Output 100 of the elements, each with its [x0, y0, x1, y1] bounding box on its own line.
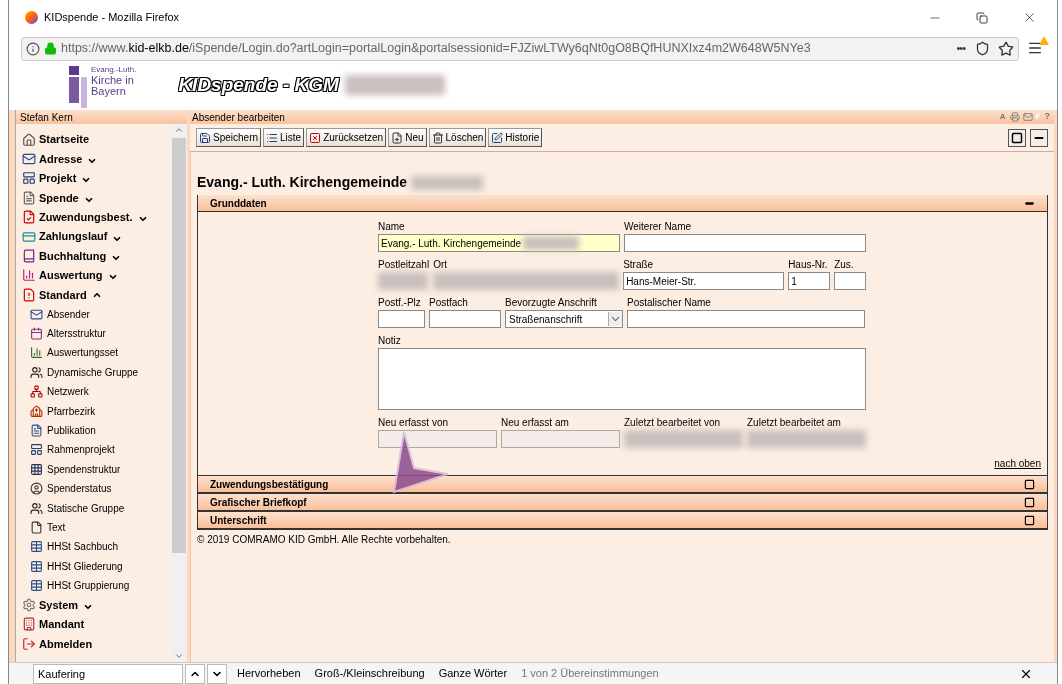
print-icon[interactable] — [1009, 112, 1020, 122]
nav-item[interactable]: Zahlungslauf — [16, 226, 171, 247]
back-to-top-link[interactable]: nach oben — [994, 456, 1041, 471]
minimize-icon[interactable] — [1030, 128, 1048, 147]
nav-item[interactable]: Abmelden — [16, 634, 171, 654]
find-option[interactable]: Ganze Wörter — [438, 665, 508, 682]
nav-subitem[interactable]: Statische Gruppe — [16, 498, 171, 518]
nav-subitem[interactable]: HHSt Gruppierung — [16, 576, 171, 596]
field-label: Ort — [433, 258, 449, 272]
field-label: Postleitzahl — [378, 258, 430, 272]
nav-icon — [30, 365, 43, 379]
nav-item[interactable]: Standard — [16, 285, 171, 305]
nav-icon — [30, 404, 43, 418]
nav-subitem[interactable]: Spendenstruktur — [16, 459, 171, 480]
nav-icon — [22, 268, 36, 283]
text-field[interactable] — [378, 310, 425, 328]
find-option[interactable]: Hervorheben — [237, 665, 301, 682]
nav-subitem[interactable]: Altersstruktur — [16, 323, 171, 344]
maximize-icon[interactable] — [1008, 128, 1026, 147]
copyright-text: © 2019 COMRAMO KID GmbH. Alle Rechte vorbehalten. — [197, 533, 452, 547]
field-label: Haus-Nr. — [788, 258, 829, 272]
toolbar-icon — [491, 131, 504, 144]
browser-logo-icon — [25, 11, 38, 24]
section-header[interactable]: Zuwendungsbestätigung — [198, 476, 1047, 493]
section-header[interactable]: Grunddaten — [198, 195, 1047, 212]
dropdown[interactable]: Straßenanschrift — [505, 310, 623, 328]
toolbar-button[interactable]: Speichern — [196, 128, 262, 147]
readonly-field[interactable] — [501, 430, 620, 448]
nav-icon — [22, 171, 36, 186]
nav-icon — [30, 521, 43, 534]
text-field[interactable] — [834, 272, 867, 290]
toolbar-button[interactable]: Zurücksetzen — [306, 128, 387, 147]
nav-item[interactable]: Adresse — [16, 149, 171, 169]
next-match-button[interactable] — [207, 663, 227, 684]
toolbar-button[interactable]: Historie — [488, 128, 543, 147]
restore-icon[interactable] — [976, 11, 988, 24]
nav-subitem[interactable]: Spenderstatus — [16, 479, 171, 499]
nav-subitem[interactable]: HHSt Gliederung — [16, 556, 171, 576]
nav-subitem[interactable]: Netzwerk — [16, 382, 171, 402]
nav-item[interactable]: Mandant — [16, 614, 171, 635]
nav-item[interactable]: Auswertung — [16, 265, 171, 286]
toolbar-button[interactable]: Neu — [388, 128, 427, 147]
field-label: Weiterer Name — [624, 220, 693, 234]
text-field[interactable]: Evang.- Luth. Kirchengemeinde — [378, 234, 620, 252]
text-field[interactable] — [429, 310, 501, 328]
toolbar-icon — [391, 131, 404, 144]
note-field[interactable] — [378, 348, 866, 410]
nav-icon — [30, 482, 43, 496]
field-label: Postf.-Plz — [378, 296, 422, 310]
app-title: KIDspende - KGM — [178, 72, 339, 98]
toolbar-button[interactable]: Löschen — [428, 128, 487, 147]
field-label: Neu erfasst von — [378, 416, 450, 430]
nav-subitem[interactable]: Auswertungsset — [16, 343, 171, 363]
toolbar-icon — [309, 131, 322, 144]
nav-subitem[interactable]: Text — [16, 517, 171, 538]
toolbar-button[interactable]: Liste — [263, 128, 305, 147]
field-label: Postalischer Name — [627, 296, 712, 310]
church-logo: Evang.-Luth. Kirche in Bayern — [69, 62, 137, 108]
nav-subitem[interactable]: Pfarrbezirk — [16, 401, 171, 421]
section-header[interactable]: Unterschrift — [198, 512, 1047, 529]
text-field[interactable]: 1 — [788, 272, 831, 290]
info-icon[interactable] — [26, 41, 40, 56]
address-bar[interactable]: https://www.kid-elkb.de/iSpende/Login.do?artLogin=portalLogin&portalsessionid=FJZiwLTWy6qNt0gO8BQfHUNXIxz4m2W648W5NYe3 ••• — [21, 36, 1019, 61]
text-field[interactable]: Hans-Meier-Str. — [623, 272, 785, 290]
scrollbar[interactable] — [171, 124, 187, 662]
match-count: 1 von 2 Übereinstimmungen — [521, 666, 660, 682]
more-menu-button[interactable]: ••• — [956, 40, 965, 57]
section-header[interactable]: Grafischer Briefkopf — [198, 494, 1047, 511]
url-text: https://www.kid-elkb.de/iSpende/Login.do?artLogin=portalLogin&portalsessionid=FJZiwLTWy6qNt0gO8BQfHUNXIxz4m2W648W5NYe3 — [61, 40, 812, 58]
nav-item[interactable]: Startseite — [16, 130, 171, 150]
nav-subitem[interactable]: Publikation — [16, 420, 171, 441]
readonly-field[interactable] — [378, 430, 497, 448]
nav-icon — [22, 249, 36, 264]
nav-subitem[interactable]: HHSt Sachbuch — [16, 537, 171, 557]
expand-icon[interactable] — [1024, 496, 1035, 508]
find-field[interactable]: Kaufering — [33, 663, 183, 684]
lock-icon — [44, 42, 57, 55]
previous-match-button[interactable] — [185, 663, 205, 684]
page-title: Absender bearbeiten — [192, 110, 286, 125]
nav-item[interactable]: Zuwendungsbest. — [16, 207, 171, 227]
nav-item[interactable]: Buchhaltung — [16, 246, 171, 266]
expand-icon[interactable] — [1024, 514, 1035, 526]
nav-subitem[interactable]: Dynamische Gruppe — [16, 362, 171, 383]
nav-item[interactable]: Spende — [16, 188, 171, 208]
nav-subitem[interactable]: Absender — [16, 304, 171, 324]
nav-item[interactable]: Projekt — [16, 168, 171, 189]
nav-icon — [22, 210, 36, 225]
close-icon[interactable] — [1022, 10, 1037, 25]
find-option[interactable]: Groß-/Kleinschreibung — [314, 665, 425, 682]
nav-icon — [30, 559, 43, 573]
text-field[interactable] — [627, 310, 865, 328]
nav-subitem[interactable]: Rahmenprojekt — [16, 440, 171, 460]
toolbar-icon — [266, 131, 279, 144]
text-field[interactable] — [624, 234, 866, 252]
nav-icon — [30, 385, 43, 399]
bookmark-star-icon[interactable] — [998, 40, 1014, 57]
field-label: Postfach — [429, 296, 469, 310]
field-label: Neu erfasst am — [501, 416, 570, 430]
expand-icon[interactable] — [1024, 478, 1035, 490]
nav-item[interactable]: System — [16, 595, 171, 615]
